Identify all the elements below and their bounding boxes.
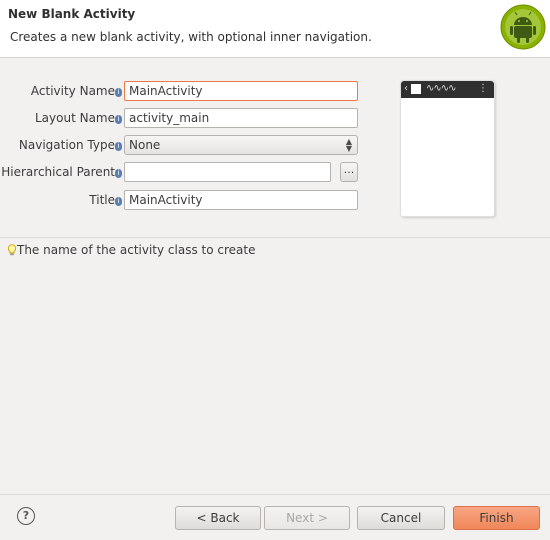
info-icon: i [115,169,122,178]
title-row: Title i [0,190,370,212]
layout-name-label: Layout Name [34,111,115,125]
page-description: Creates a new blank activity, with optio… [10,30,372,44]
title-label-wrap: Title i [0,193,122,207]
title-input[interactable] [124,190,358,210]
layout-name-label-wrap: Layout Name i [0,111,122,125]
activity-name-input[interactable] [124,81,358,101]
hierarchical-parent-label: Hierarchical Parent [1,165,115,179]
page-title: New Blank Activity [8,7,136,21]
activity-name-label: Activity Name [30,84,115,98]
navigation-type-value: None [129,138,161,152]
info-icon: i [115,197,122,206]
hint-text: The name of the activity class to create [17,243,256,257]
preview-action-bar: ‹ ∿∿∿∿ ⋮ [401,81,494,98]
navigation-type-select[interactable]: None ▲ ▼ [124,135,358,155]
back-button[interactable]: < Back [175,506,261,530]
info-icon: i [115,142,122,151]
activity-name-row: Activity Name i [0,81,370,103]
select-arrows-icon: ▲ ▼ [345,137,352,153]
browse-button[interactable]: ... [340,162,358,182]
title-label: Title [89,193,115,207]
footer-separator [0,494,550,495]
layout-name-row: Layout Name i [0,108,370,130]
help-button[interactable]: ? [17,507,35,525]
preview-overflow-menu-icon: ⋮ [478,83,488,94]
info-icon: i [115,115,122,124]
android-logo-icon [500,4,546,50]
preview-back-icon: ‹ [404,83,408,94]
activity-preview: ‹ ∿∿∿∿ ⋮ [400,80,495,217]
cancel-button[interactable]: Cancel [357,506,445,530]
lightbulb-icon [7,244,17,256]
activity-name-label-wrap: Activity Name i [0,84,122,98]
layout-name-input[interactable] [124,108,358,128]
preview-title-squiggle-icon: ∿∿∿∿ [426,83,456,94]
finish-button[interactable]: Finish [453,506,540,530]
preview-app-icon [411,84,421,94]
navigation-type-label-wrap: Navigation Type i [0,138,122,152]
next-button[interactable]: Next > [264,506,350,530]
hint-message: The name of the activity class to create [7,243,255,257]
navigation-type-row: Navigation Type i None ▲ ▼ [0,135,370,157]
hierarchical-parent-row: Hierarchical Parent i ... [0,162,370,184]
info-icon: i [115,88,122,97]
divider [0,237,550,238]
hierarchical-parent-input[interactable] [124,162,331,182]
wizard-header: New Blank Activity Creates a new blank a… [0,0,550,58]
hierarchical-parent-label-wrap: Hierarchical Parent i [0,165,122,179]
navigation-type-label: Navigation Type [18,138,115,152]
